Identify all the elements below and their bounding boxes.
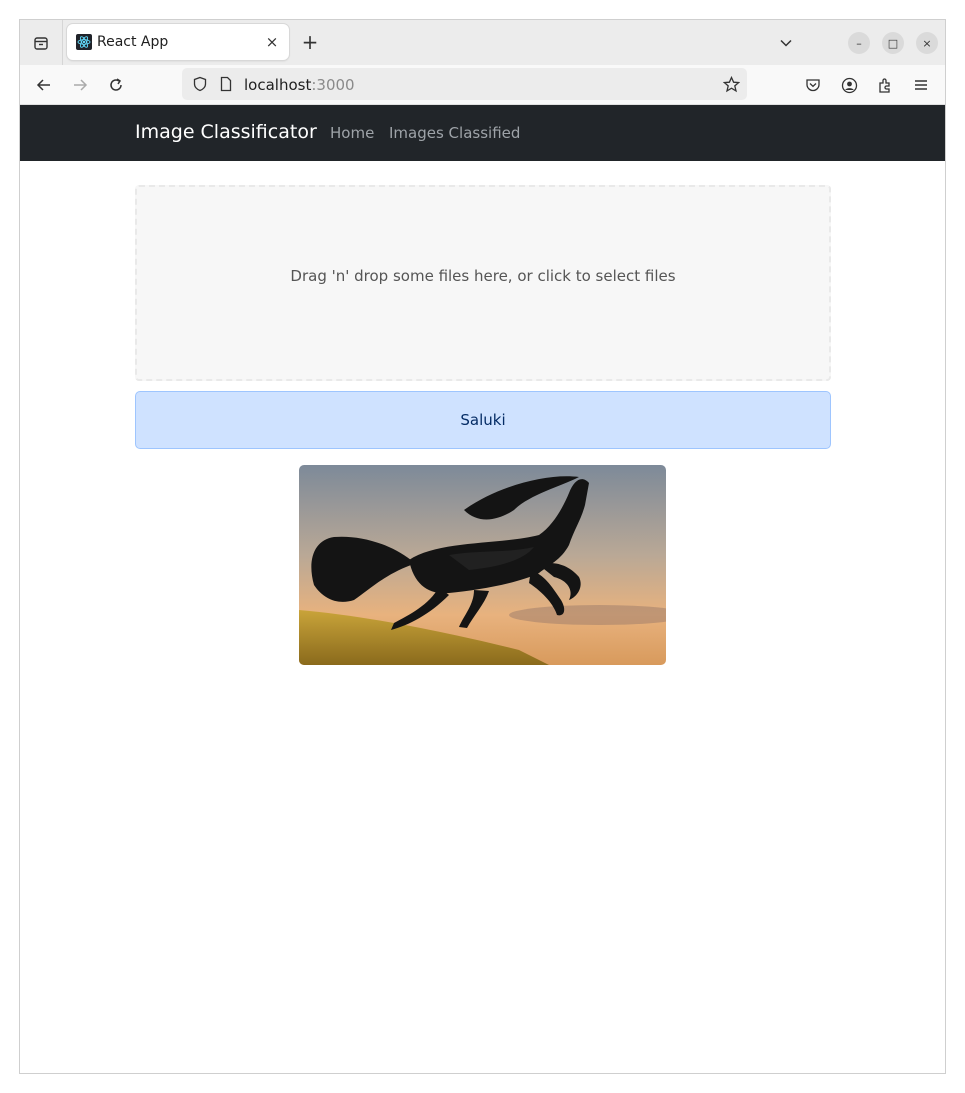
url-port: :3000 xyxy=(311,76,355,94)
tab-divider xyxy=(62,20,63,65)
url-host: localhost xyxy=(244,76,312,94)
horse-image xyxy=(299,465,666,665)
bookmark-star-icon[interactable] xyxy=(719,72,743,96)
classification-result: Saluki xyxy=(135,391,831,449)
maximize-button[interactable]: □ xyxy=(882,32,904,54)
file-dropzone[interactable]: Drag 'n' drop some files here, or click … xyxy=(135,185,831,381)
nav-link-images-classified[interactable]: Images Classified xyxy=(389,124,520,142)
tab-title: React App xyxy=(97,34,169,50)
close-window-button[interactable]: × xyxy=(916,32,938,54)
extensions-icon[interactable] xyxy=(873,73,897,97)
reload-icon[interactable] xyxy=(104,73,128,97)
uploaded-image-preview xyxy=(299,465,666,665)
nav-link-home[interactable]: Home xyxy=(330,124,374,142)
chevron-down-icon[interactable] xyxy=(775,32,797,54)
shield-icon[interactable] xyxy=(188,72,212,96)
url-bar[interactable]: localhost:3000 xyxy=(182,68,747,100)
forward-icon[interactable] xyxy=(68,73,92,97)
navigation-toolbar: localhost:3000 xyxy=(20,65,945,105)
navbar-brand[interactable]: Image Classificator xyxy=(135,121,317,143)
classification-label: Saluki xyxy=(460,411,506,429)
dropzone-text: Drag 'n' drop some files here, or click … xyxy=(290,267,676,285)
new-tab-button[interactable]: + xyxy=(299,30,321,54)
browser-window: React App × + – □ × localhost:3000 Image… xyxy=(19,19,946,1074)
tab-list-icon[interactable] xyxy=(28,30,54,56)
tab-bar: React App × + – □ × xyxy=(20,20,945,65)
browser-tab[interactable]: React App × xyxy=(67,24,289,60)
menu-icon[interactable] xyxy=(909,73,933,97)
url-text[interactable]: localhost:3000 xyxy=(244,76,355,94)
minimize-button[interactable]: – xyxy=(848,32,870,54)
back-icon[interactable] xyxy=(32,73,56,97)
close-tab-icon[interactable]: × xyxy=(263,33,281,51)
account-icon[interactable] xyxy=(837,73,861,97)
react-icon xyxy=(76,34,92,50)
pocket-icon[interactable] xyxy=(801,73,825,97)
app-navbar: Image Classificator Home Images Classifi… xyxy=(20,105,945,161)
page-icon xyxy=(214,72,238,96)
